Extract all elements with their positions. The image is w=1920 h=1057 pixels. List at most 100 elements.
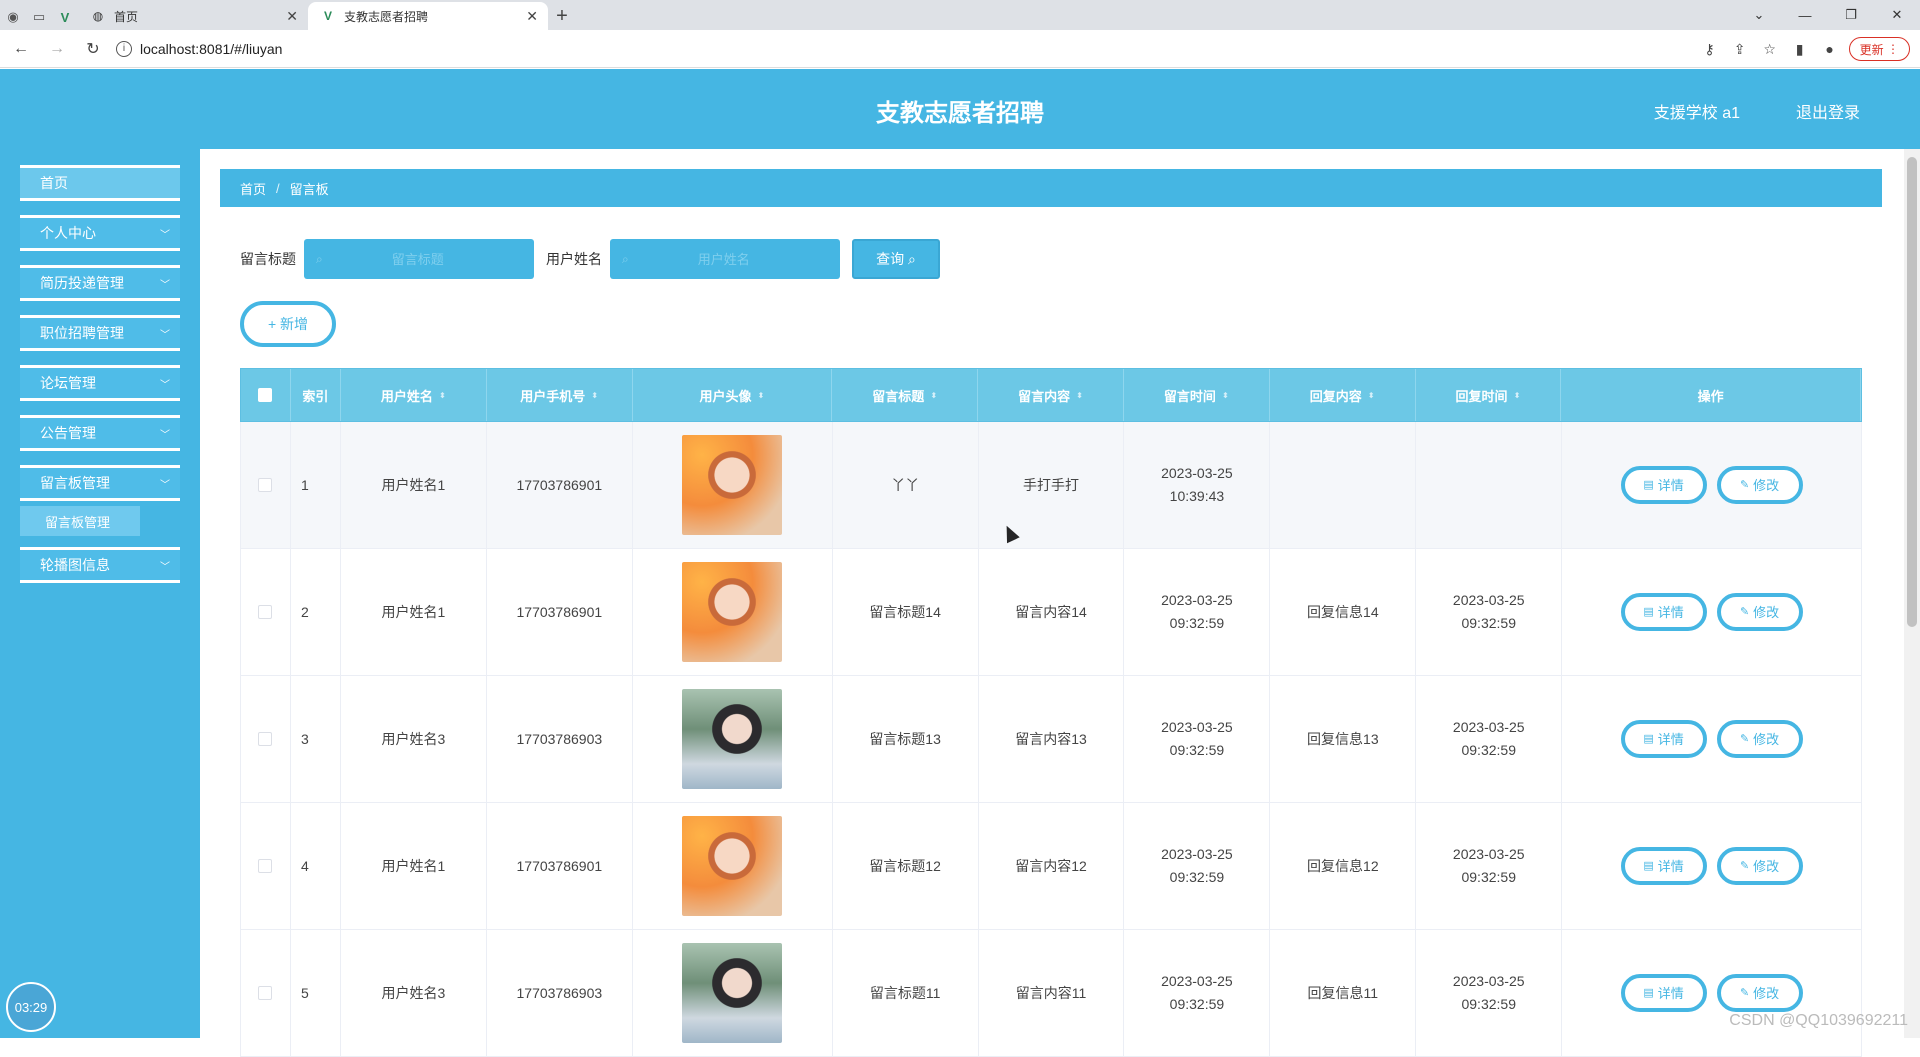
col-title[interactable]: 留言标题⬍ — [832, 369, 978, 421]
page-scrollbar[interactable] — [1904, 149, 1920, 1038]
title-search-input[interactable] — [323, 252, 513, 267]
select-all-checkbox[interactable] — [258, 388, 272, 402]
title-cell: 丫丫 — [833, 422, 979, 548]
update-label: 更新 — [1860, 41, 1884, 58]
detail-label: 详情 — [1658, 474, 1684, 497]
row-checkbox[interactable] — [258, 859, 272, 873]
breadcrumb-home[interactable]: 首页 — [240, 179, 266, 198]
chevron-down-icon: ﹀ — [160, 226, 170, 241]
sidebar-item-forum[interactable]: 论坛管理﹀ — [20, 365, 180, 401]
sidebar-subitem-messages[interactable]: 留言板管理 — [20, 506, 140, 536]
tab-blank-icon[interactable]: ▭ — [26, 4, 52, 30]
col-reply[interactable]: 回复内容⬍ — [1270, 369, 1416, 421]
sidebar-item-home[interactable]: 首页 — [20, 165, 180, 201]
row-checkbox[interactable] — [258, 986, 272, 1000]
table-row: 4用户姓名117703786901留言标题12留言内容122023-03-25 … — [240, 803, 1862, 930]
detail-label: 详情 — [1658, 855, 1684, 878]
sort-icon[interactable]: ⬍ — [591, 391, 598, 400]
sidebar-item-label: 论坛管理 — [40, 373, 96, 393]
close-window-button[interactable]: ✕ — [1874, 0, 1920, 30]
tab-label: 支教志愿者招聘 — [344, 8, 428, 25]
reload-button[interactable]: ↻ — [78, 34, 108, 64]
col-time[interactable]: 留言时间 ⬍ — [1124, 369, 1270, 421]
tab-vue-icon[interactable]: V — [52, 4, 78, 30]
sidebar-item-carousel[interactable]: 轮播图信息﹀ — [20, 547, 180, 583]
col-reply-time[interactable]: 回复时间⬍ — [1416, 369, 1562, 421]
star-icon[interactable]: ☆ — [1755, 34, 1785, 64]
browser-menu-icon[interactable]: ◉ — [0, 4, 26, 30]
tab-active[interactable]: V 支教志愿者招聘 ✕ — [308, 2, 548, 30]
globe-icon: ◍ — [90, 8, 106, 24]
sidebar-item-notice[interactable]: 公告管理﹀ — [20, 415, 180, 451]
avatar[interactable] — [682, 562, 782, 662]
col-phone[interactable]: 用户手机号⬍ — [487, 369, 633, 421]
avatar[interactable] — [682, 943, 782, 1043]
chevron-down-icon: ﹀ — [160, 426, 170, 441]
name-search-input[interactable] — [629, 252, 819, 267]
col-name[interactable]: 用户姓名⬍ — [341, 369, 487, 421]
scrollbar-thumb[interactable] — [1907, 157, 1917, 627]
avatar[interactable] — [682, 435, 782, 535]
edit-button[interactable]: ✎修改 — [1717, 593, 1803, 631]
col-content[interactable]: 留言内容⬍ — [978, 369, 1124, 421]
row-checkbox[interactable] — [258, 478, 272, 492]
url-field[interactable]: i localhost:8081/#/liuyan — [116, 34, 1676, 64]
document-icon: ▤ — [1643, 855, 1653, 878]
restore-button[interactable]: ❐ — [1828, 0, 1874, 30]
sidebar-item-resume[interactable]: 简历投递管理﹀ — [20, 265, 180, 301]
col-avatar[interactable]: 用户头像 ⬍ — [633, 369, 833, 421]
header-user[interactable]: 支援学校 a1 — [1654, 99, 1740, 123]
query-button[interactable]: 查询 ⌕ — [852, 239, 940, 279]
share-icon[interactable]: ⇪ — [1725, 34, 1755, 64]
row-checkbox[interactable] — [258, 732, 272, 746]
edit-button[interactable]: ✎修改 — [1717, 847, 1803, 885]
logout-link[interactable]: 退出登录 — [1796, 99, 1860, 123]
detail-button[interactable]: ▤详情 — [1621, 720, 1707, 758]
row-checkbox[interactable] — [258, 605, 272, 619]
sort-icon[interactable]: ⬍ — [1514, 391, 1521, 400]
avatar[interactable] — [682, 689, 782, 789]
detail-button[interactable]: ▤详情 — [1621, 974, 1707, 1012]
sort-icon[interactable]: ⬍ — [1222, 391, 1229, 400]
profile-icon[interactable]: ● — [1815, 34, 1845, 64]
content-cell: 留言内容12 — [979, 803, 1125, 929]
sort-icon[interactable]: ⬍ — [439, 391, 446, 400]
time-cell: 2023-03-25 09:32:59 — [1124, 676, 1270, 802]
tab-home[interactable]: ◍ 首页 ✕ — [78, 2, 308, 30]
detail-button[interactable]: ▤详情 — [1621, 593, 1707, 631]
forward-button[interactable]: → — [42, 34, 72, 64]
add-button[interactable]: + 新增 — [240, 301, 336, 347]
key-icon[interactable]: ⚷ — [1695, 34, 1725, 64]
col-label: 留言时间 — [1164, 386, 1216, 405]
minimize-button[interactable]: — — [1782, 0, 1828, 30]
detail-button[interactable]: ▤详情 — [1621, 847, 1707, 885]
info-icon[interactable]: i — [116, 41, 132, 57]
sidebar-item-label: 留言板管理 — [40, 473, 110, 493]
chevron-down-icon[interactable]: ⌄ — [1736, 0, 1782, 30]
edit-button[interactable]: ✎修改 — [1717, 720, 1803, 758]
detail-button[interactable]: ▤详情 — [1621, 466, 1707, 504]
sidepanel-icon[interactable]: ▮ — [1785, 34, 1815, 64]
sort-icon[interactable]: ⬍ — [1076, 391, 1083, 400]
actions-cell: ▤详情 ✎修改 — [1562, 422, 1862, 548]
sort-icon[interactable]: ⬍ — [758, 391, 765, 400]
update-button[interactable]: 更新 ⋮ — [1849, 37, 1910, 61]
actions-cell: ▤详情 ✎修改 — [1562, 676, 1862, 802]
close-icon[interactable]: ✕ — [526, 8, 538, 25]
sidebar-item-jobs[interactable]: 职位招聘管理﹀ — [20, 315, 180, 351]
sort-icon[interactable]: ⬍ — [1368, 391, 1375, 400]
sidebar-item-profile[interactable]: 个人中心﹀ — [20, 215, 180, 251]
close-icon[interactable]: ✕ — [286, 8, 298, 25]
back-button[interactable]: ← — [6, 34, 36, 64]
avatar[interactable] — [682, 816, 782, 916]
title-cell: 留言标题12 — [833, 803, 979, 929]
edit-button[interactable]: ✎修改 — [1717, 974, 1803, 1012]
col-label: 用户头像 — [700, 386, 752, 405]
address-bar: ← → ↻ i localhost:8081/#/liuyan ⚷ ⇪ ☆ ▮ … — [0, 30, 1920, 68]
edit-button[interactable]: ✎修改 — [1717, 466, 1803, 504]
new-tab-button[interactable]: + — [548, 2, 576, 30]
sidebar-item-messages[interactable]: 留言板管理﹀ — [20, 465, 180, 501]
sort-icon[interactable]: ⬍ — [930, 391, 937, 400]
reply-time-cell: 2023-03-25 09:32:59 — [1416, 930, 1562, 1056]
row-select-cell — [241, 422, 291, 548]
